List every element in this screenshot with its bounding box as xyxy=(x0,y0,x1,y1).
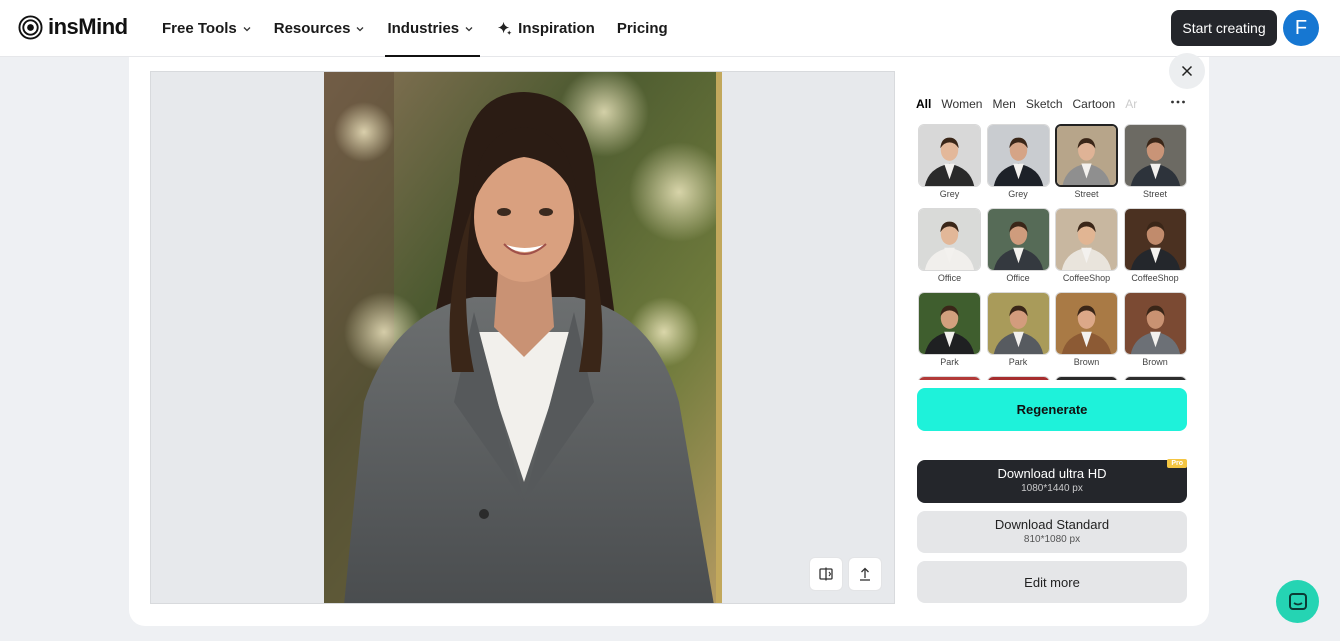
regenerate-button[interactable]: Regenerate xyxy=(917,388,1187,431)
generated-portrait-image xyxy=(324,72,722,603)
style-label: CoffeeShop xyxy=(1062,273,1111,283)
style-label: Office xyxy=(1006,273,1030,283)
style-thumbnail xyxy=(986,124,1050,187)
style-option[interactable]: Grey xyxy=(986,124,1050,200)
tab-men[interactable]: Men xyxy=(992,97,1015,111)
download-ultra-hd-button[interactable]: Download ultra HD 1080*1440 px Pro xyxy=(917,459,1187,503)
close-icon xyxy=(1181,65,1193,77)
style-option[interactable]: Street xyxy=(1055,124,1118,200)
style-label: Brown xyxy=(1073,357,1100,367)
start-creating-button[interactable]: Start creating xyxy=(1171,10,1277,46)
compare-icon xyxy=(819,567,833,581)
download-hd-size: 1080*1440 px xyxy=(1021,483,1083,494)
style-option[interactable]: Brown xyxy=(1055,292,1118,368)
pro-badge: Pro xyxy=(1167,459,1187,468)
style-option[interactable]: Brown xyxy=(1123,292,1187,368)
style-option[interactable] xyxy=(1055,376,1118,380)
style-option[interactable]: CoffeeShop xyxy=(1123,208,1187,284)
style-thumbnail xyxy=(1055,208,1118,271)
nav-inspiration[interactable]: Inspiration xyxy=(496,0,595,57)
download-std-label: Download Standard xyxy=(994,517,1110,532)
style-label: Street xyxy=(1142,189,1167,199)
style-option[interactable]: Street xyxy=(1123,124,1187,200)
chat-support-button[interactable] xyxy=(1276,580,1319,623)
style-thumbnail xyxy=(986,208,1050,271)
result-modal: All Women Men Sketch Cartoon Ar Grey Grey… xyxy=(129,53,1209,626)
nav-label: Inspiration xyxy=(518,20,595,37)
share-button[interactable] xyxy=(848,557,882,591)
nav-pricing[interactable]: Pricing xyxy=(617,0,668,57)
style-thumbnail xyxy=(918,124,981,187)
style-thumbnail xyxy=(1123,292,1187,355)
style-thumbnail xyxy=(918,208,981,271)
brand-name: insMind xyxy=(48,14,128,39)
style-label: Park xyxy=(1008,357,1028,367)
style-label: Park xyxy=(940,357,959,367)
upload-icon xyxy=(860,567,870,581)
logo-icon xyxy=(18,14,43,40)
style-option[interactable] xyxy=(918,376,981,380)
nav-label: Resources xyxy=(273,20,351,37)
tab-all[interactable]: All xyxy=(916,97,931,111)
style-thumbnail xyxy=(1055,376,1118,380)
nav-resources[interactable]: Resources xyxy=(274,0,366,57)
nav-label: Pricing xyxy=(616,20,668,37)
nav-free-tools[interactable]: Free Tools xyxy=(162,0,252,57)
more-icon[interactable] xyxy=(1170,99,1186,105)
style-thumbnail xyxy=(986,376,1050,380)
style-thumbnail xyxy=(1123,376,1187,380)
style-label: Street xyxy=(1074,189,1099,199)
image-preview xyxy=(150,71,895,604)
style-thumbnail xyxy=(918,376,981,380)
logo[interactable]: insMind xyxy=(18,14,128,40)
avatar[interactable]: F xyxy=(1283,10,1319,46)
style-thumbnail xyxy=(1123,124,1187,187)
style-option[interactable]: Park xyxy=(986,292,1050,368)
main-menu: Free Tools Resources Industries Inspirat… xyxy=(162,0,690,57)
style-option[interactable]: Grey xyxy=(918,124,981,200)
style-panel: All Women Men Sketch Cartoon Ar Grey Grey… xyxy=(916,93,1188,603)
tab-sketch[interactable]: Sketch xyxy=(1026,97,1063,111)
style-option[interactable]: CoffeeShop xyxy=(1055,208,1118,284)
nav-industries[interactable]: Industries xyxy=(385,0,480,57)
compare-button[interactable] xyxy=(809,557,843,591)
style-thumbnail xyxy=(1123,208,1187,271)
style-thumbnail xyxy=(1055,292,1118,355)
download-hd-label: Download ultra HD xyxy=(997,466,1107,481)
nav-label: Industries xyxy=(387,20,460,37)
tab-cartoon[interactable]: Cartoon xyxy=(1073,97,1116,111)
style-label: Grey xyxy=(1008,189,1028,199)
style-option[interactable] xyxy=(986,376,1050,380)
top-nav: insMind Free Tools Resources Industries … xyxy=(0,0,1340,57)
chevron-down-icon xyxy=(357,26,364,31)
chat-icon xyxy=(1288,592,1307,610)
style-option[interactable]: Office xyxy=(986,208,1050,284)
style-thumbnail xyxy=(918,292,981,355)
tab-overflow[interactable]: Ar xyxy=(1125,97,1137,111)
style-option[interactable]: Park xyxy=(918,292,981,368)
style-option[interactable] xyxy=(1123,376,1187,380)
category-tabs: All Women Men Sketch Cartoon Ar xyxy=(916,93,1188,115)
style-thumbnail xyxy=(986,292,1050,355)
chevron-down-icon xyxy=(243,26,251,31)
nav-label: Free Tools xyxy=(162,20,237,37)
tab-women[interactable]: Women xyxy=(941,97,982,111)
style-label: Office xyxy=(937,273,962,283)
download-std-size: 810*1080 px xyxy=(1023,534,1081,545)
close-button[interactable] xyxy=(1169,53,1205,89)
style-thumbnail xyxy=(1055,124,1118,187)
style-grid: Grey Grey Street Street Office Office CoffeeSh… xyxy=(918,124,1188,380)
sparkle-icon xyxy=(498,21,512,36)
edit-more-button[interactable]: Edit more xyxy=(917,561,1187,603)
download-standard-button[interactable]: Download Standard 810*1080 px xyxy=(917,511,1187,553)
style-label: CoffeeShop xyxy=(1131,273,1179,283)
chevron-down-icon xyxy=(465,26,473,31)
style-label: Brown xyxy=(1142,357,1168,367)
style-option[interactable]: Office xyxy=(918,208,981,284)
style-label: Grey xyxy=(939,189,960,199)
